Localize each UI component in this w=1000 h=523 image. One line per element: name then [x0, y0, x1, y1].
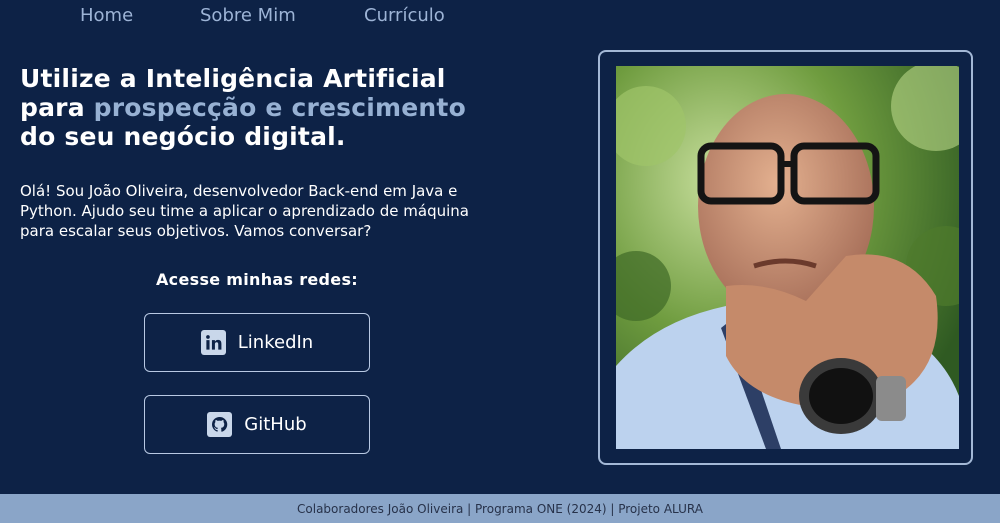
- nav-sobre-mim-link[interactable]: Sobre Mim: [200, 5, 296, 26]
- linkedin-icon: [200, 330, 226, 355]
- github-label: GitHub: [244, 414, 307, 435]
- headline-accent: prospecção e crescimento: [93, 93, 466, 122]
- profile-photo: [616, 66, 959, 449]
- hero-headline: Utilize a Inteligência Artificial para p…: [20, 64, 540, 151]
- github-icon: [207, 412, 233, 437]
- headline-line-1: Utilize a Inteligência Artificial: [20, 64, 446, 93]
- nav-curriculo-link[interactable]: Currículo: [364, 5, 445, 26]
- headline-para: para: [20, 93, 94, 122]
- linkedin-button[interactable]: LinkedIn: [144, 313, 370, 372]
- linkedin-label: LinkedIn: [237, 332, 314, 353]
- social-title: Acesse minhas redes:: [156, 270, 358, 289]
- headline-line-3: do seu negócio digital.: [20, 122, 346, 151]
- footer: Colaboradores João Oliveira | Programa O…: [0, 494, 1000, 523]
- nav-home-link[interactable]: Home: [80, 5, 133, 26]
- intro-paragraph: Olá! Sou João Oliveira, desenvolvedor Ba…: [20, 182, 469, 240]
- top-nav: Home Sobre Mim Currículo: [0, 0, 560, 32]
- github-button[interactable]: GitHub: [144, 395, 370, 454]
- profile-photo-frame: [598, 50, 973, 465]
- footer-text: Colaboradores João Oliveira | Programa O…: [297, 501, 703, 516]
